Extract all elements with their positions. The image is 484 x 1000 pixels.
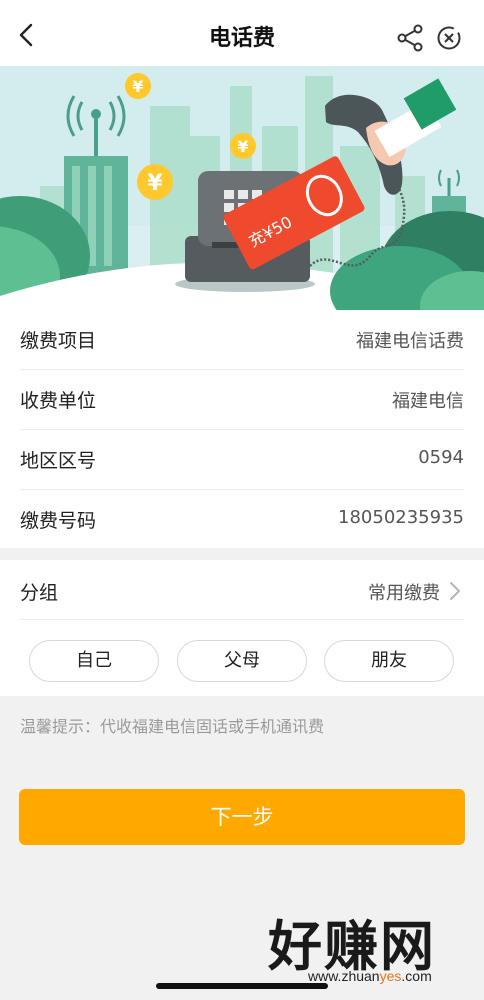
next-step-button[interactable]: 下一步 <box>19 789 465 845</box>
svg-text:¥: ¥ <box>147 171 163 196</box>
group-value: 常用缴费 <box>368 583 440 604</box>
phone-recharge-banner: ¥ ¥ ¥ 充¥50 <box>0 66 484 316</box>
group-label: 分组 <box>20 582 59 604</box>
info-value: 福建电信 <box>392 391 464 412</box>
info-label: 缴费号码 <box>20 510 97 532</box>
info-row-payee: 收费单位 福建电信 <box>20 370 464 430</box>
home-indicator[interactable] <box>156 983 328 989</box>
info-label: 缴费项目 <box>20 330 97 352</box>
info-row-phone-number: 缴费号码 18050235935 <box>20 490 464 550</box>
group-option-friends[interactable]: 朋友 <box>324 640 454 682</box>
yuan-coin-icon: ¥ <box>230 133 256 159</box>
close-circle-icon[interactable] <box>436 25 462 51</box>
yuan-coin-icon: ¥ <box>137 164 173 200</box>
chevron-right-icon <box>450 582 460 600</box>
payment-info-card: 缴费项目 福建电信话费 收费单位 福建电信 地区区号 0594 缴费号码 180… <box>0 310 484 548</box>
group-card: 分组 常用缴费 自己 父母 朋友 <box>0 560 484 696</box>
info-value: 福建电信话费 <box>356 331 464 352</box>
svg-text:¥: ¥ <box>132 77 143 96</box>
navigation-bar: 电话费 <box>0 0 484 66</box>
tip-text: 温馨提示：代收福建电信固话或手机通讯费 <box>20 717 325 736</box>
group-selector[interactable]: 分组 常用缴费 <box>20 560 464 620</box>
phone-recharge-illustration: ¥ ¥ ¥ 充¥50 <box>0 66 484 316</box>
group-option-parents[interactable]: 父母 <box>177 640 307 682</box>
yuan-coin-icon: ¥ <box>125 73 151 99</box>
info-value: 0594 <box>418 447 464 468</box>
info-row-item: 缴费项目 福建电信话费 <box>20 310 464 370</box>
info-row-area-code: 地区区号 0594 <box>20 430 464 490</box>
info-value: 18050235935 <box>338 507 464 528</box>
info-label: 地区区号 <box>20 450 97 472</box>
group-option-self[interactable]: 自己 <box>29 640 159 682</box>
share-icon[interactable] <box>396 24 424 52</box>
info-label: 收费单位 <box>20 390 97 412</box>
svg-text:¥: ¥ <box>237 137 248 156</box>
watermark-url: www.zhuanyes.com <box>308 968 432 984</box>
